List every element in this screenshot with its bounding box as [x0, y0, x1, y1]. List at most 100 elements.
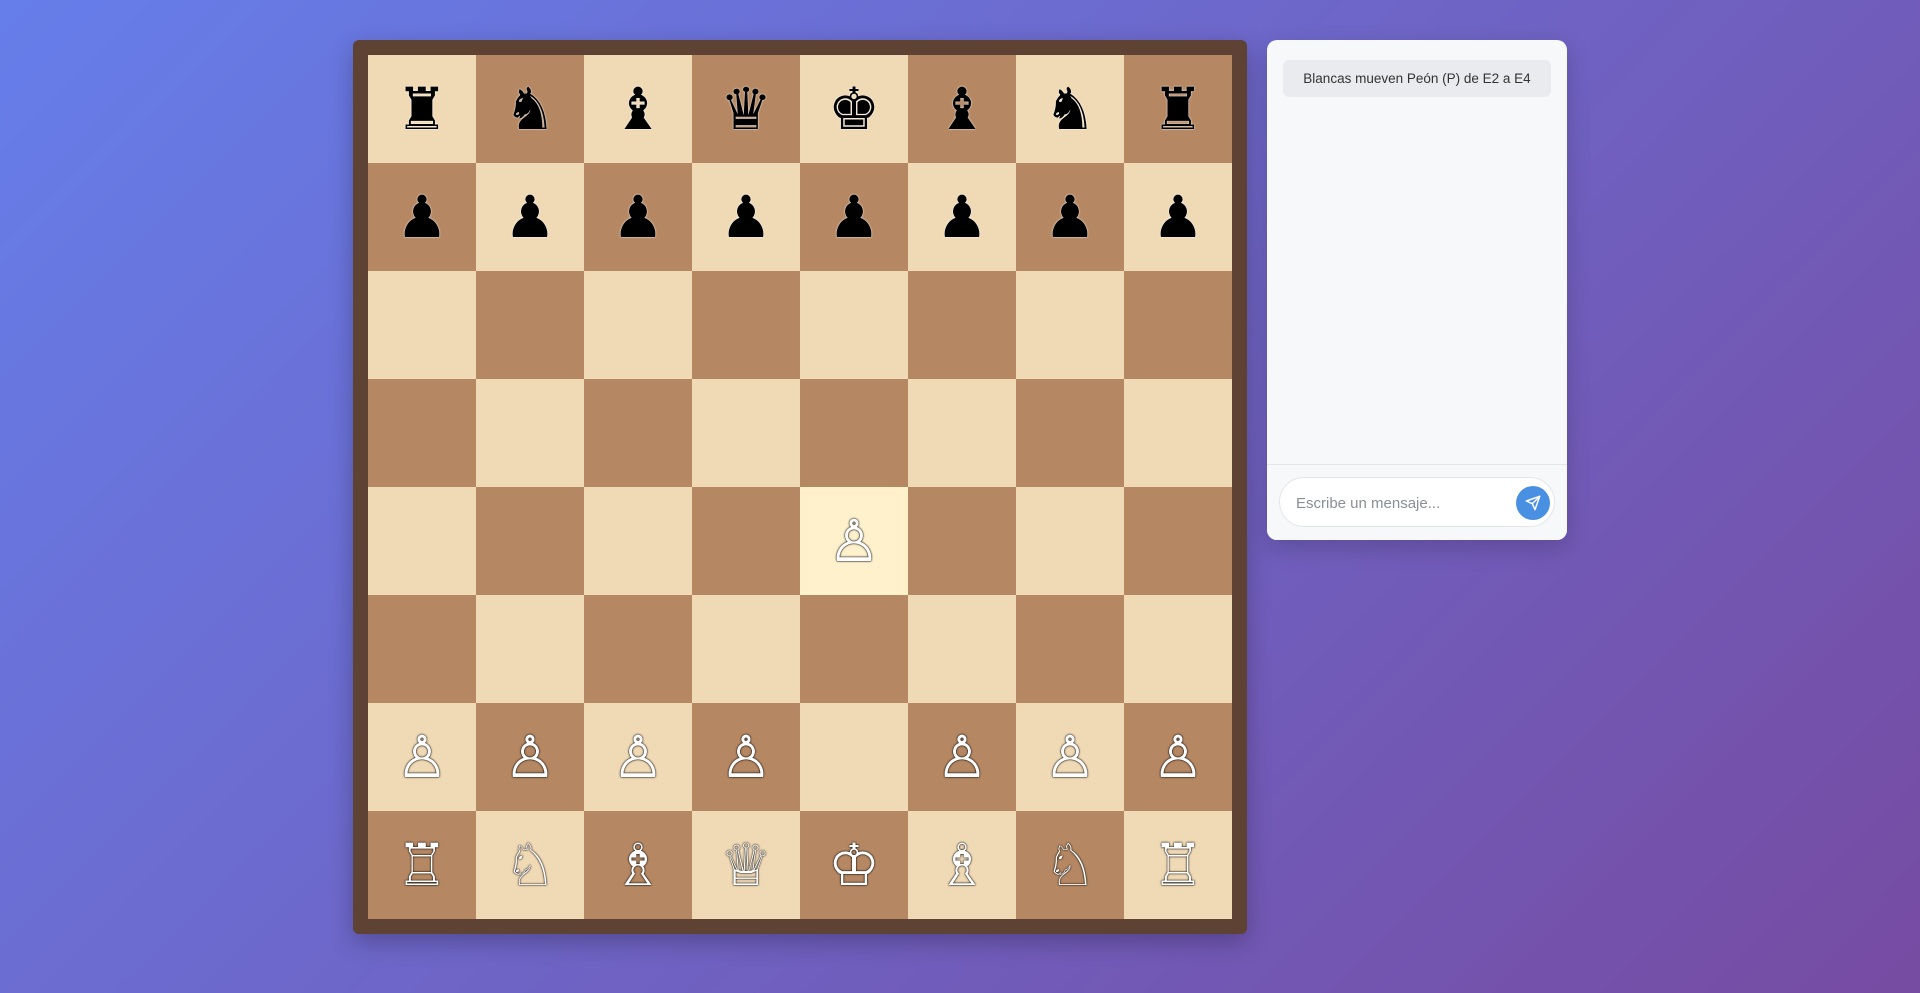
- square-h7[interactable]: ♟: [1124, 163, 1232, 271]
- square-g3[interactable]: [1016, 595, 1124, 703]
- piece-a8[interactable]: ♜: [396, 80, 448, 138]
- square-c1[interactable]: ♗: [584, 811, 692, 919]
- send-button[interactable]: [1516, 486, 1550, 520]
- square-b3[interactable]: [476, 595, 584, 703]
- square-h6[interactable]: [1124, 271, 1232, 379]
- square-f5[interactable]: [908, 379, 1016, 487]
- square-d2[interactable]: ♙: [692, 703, 800, 811]
- square-b7[interactable]: ♟: [476, 163, 584, 271]
- piece-g2[interactable]: ♙: [1044, 728, 1096, 786]
- square-b1[interactable]: ♘: [476, 811, 584, 919]
- square-f6[interactable]: [908, 271, 1016, 379]
- piece-c7[interactable]: ♟: [612, 188, 664, 246]
- piece-c1[interactable]: ♗: [612, 836, 664, 894]
- square-c4[interactable]: [584, 487, 692, 595]
- piece-e8[interactable]: ♚: [828, 80, 880, 138]
- piece-h2[interactable]: ♙: [1152, 728, 1204, 786]
- square-c2[interactable]: ♙: [584, 703, 692, 811]
- piece-e1[interactable]: ♔: [828, 836, 880, 894]
- square-b6[interactable]: [476, 271, 584, 379]
- square-d4[interactable]: [692, 487, 800, 595]
- square-e5[interactable]: [800, 379, 908, 487]
- square-d5[interactable]: [692, 379, 800, 487]
- piece-h8[interactable]: ♜: [1152, 80, 1204, 138]
- piece-d8[interactable]: ♛: [720, 80, 772, 138]
- square-b5[interactable]: [476, 379, 584, 487]
- piece-d2[interactable]: ♙: [720, 728, 772, 786]
- square-g7[interactable]: ♟: [1016, 163, 1124, 271]
- square-d1[interactable]: ♕: [692, 811, 800, 919]
- piece-h7[interactable]: ♟: [1152, 188, 1204, 246]
- square-b4[interactable]: [476, 487, 584, 595]
- piece-b1[interactable]: ♘: [504, 836, 556, 894]
- square-e4[interactable]: ♙: [800, 487, 908, 595]
- square-f2[interactable]: ♙: [908, 703, 1016, 811]
- square-f1[interactable]: ♗: [908, 811, 1016, 919]
- square-a1[interactable]: ♖: [368, 811, 476, 919]
- piece-g7[interactable]: ♟: [1044, 188, 1096, 246]
- square-c8[interactable]: ♝: [584, 55, 692, 163]
- square-a7[interactable]: ♟: [368, 163, 476, 271]
- piece-b7[interactable]: ♟: [504, 188, 556, 246]
- piece-c2[interactable]: ♙: [612, 728, 664, 786]
- square-c7[interactable]: ♟: [584, 163, 692, 271]
- square-f8[interactable]: ♝: [908, 55, 1016, 163]
- piece-f2[interactable]: ♙: [936, 728, 988, 786]
- square-e2[interactable]: [800, 703, 908, 811]
- piece-a2[interactable]: ♙: [396, 728, 448, 786]
- piece-g1[interactable]: ♘: [1044, 836, 1096, 894]
- square-h1[interactable]: ♖: [1124, 811, 1232, 919]
- square-f3[interactable]: [908, 595, 1016, 703]
- square-e3[interactable]: [800, 595, 908, 703]
- square-a3[interactable]: [368, 595, 476, 703]
- piece-h1[interactable]: ♖: [1152, 836, 1204, 894]
- square-c3[interactable]: [584, 595, 692, 703]
- message-input[interactable]: [1294, 478, 1508, 528]
- piece-b8[interactable]: ♞: [504, 80, 556, 138]
- chat-input-wrapper: [1279, 477, 1555, 528]
- square-a4[interactable]: [368, 487, 476, 595]
- square-e1[interactable]: ♔: [800, 811, 908, 919]
- chessboard: ♜ ♞ ♝ ♛ ♚ ♝ ♞ ♜ ♟ ♟ ♟ ♟ ♟ ♟ ♟ ♟ ♙ ♙ ♙ ♙ ♙ ♙ ♙ ♙ ♖ ♘ ♗ ♕ ♔ ♗ ♘ ♖: [368, 55, 1232, 919]
- piece-e7[interactable]: ♟: [828, 188, 880, 246]
- square-a5[interactable]: [368, 379, 476, 487]
- square-c5[interactable]: [584, 379, 692, 487]
- piece-d1[interactable]: ♕: [720, 836, 772, 894]
- square-f4[interactable]: [908, 487, 1016, 595]
- square-d8[interactable]: ♛: [692, 55, 800, 163]
- square-g5[interactable]: [1016, 379, 1124, 487]
- piece-d7[interactable]: ♟: [720, 188, 772, 246]
- square-h5[interactable]: [1124, 379, 1232, 487]
- square-g8[interactable]: ♞: [1016, 55, 1124, 163]
- square-e6[interactable]: [800, 271, 908, 379]
- square-b8[interactable]: ♞: [476, 55, 584, 163]
- square-d6[interactable]: [692, 271, 800, 379]
- square-h4[interactable]: [1124, 487, 1232, 595]
- piece-e4[interactable]: ♙: [828, 512, 880, 570]
- piece-b2[interactable]: ♙: [504, 728, 556, 786]
- square-h8[interactable]: ♜: [1124, 55, 1232, 163]
- square-b2[interactable]: ♙: [476, 703, 584, 811]
- square-g4[interactable]: [1016, 487, 1124, 595]
- square-g2[interactable]: ♙: [1016, 703, 1124, 811]
- square-d3[interactable]: [692, 595, 800, 703]
- square-a6[interactable]: [368, 271, 476, 379]
- square-g6[interactable]: [1016, 271, 1124, 379]
- square-e7[interactable]: ♟: [800, 163, 908, 271]
- piece-f1[interactable]: ♗: [936, 836, 988, 894]
- square-e8[interactable]: ♚: [800, 55, 908, 163]
- square-h3[interactable]: [1124, 595, 1232, 703]
- piece-g8[interactable]: ♞: [1044, 80, 1096, 138]
- square-f7[interactable]: ♟: [908, 163, 1016, 271]
- piece-a1[interactable]: ♖: [396, 836, 448, 894]
- piece-f8[interactable]: ♝: [936, 80, 988, 138]
- square-a2[interactable]: ♙: [368, 703, 476, 811]
- piece-a7[interactable]: ♟: [396, 188, 448, 246]
- square-h2[interactable]: ♙: [1124, 703, 1232, 811]
- square-a8[interactable]: ♜: [368, 55, 476, 163]
- square-d7[interactable]: ♟: [692, 163, 800, 271]
- piece-c8[interactable]: ♝: [612, 80, 664, 138]
- piece-f7[interactable]: ♟: [936, 188, 988, 246]
- square-g1[interactable]: ♘: [1016, 811, 1124, 919]
- square-c6[interactable]: [584, 271, 692, 379]
